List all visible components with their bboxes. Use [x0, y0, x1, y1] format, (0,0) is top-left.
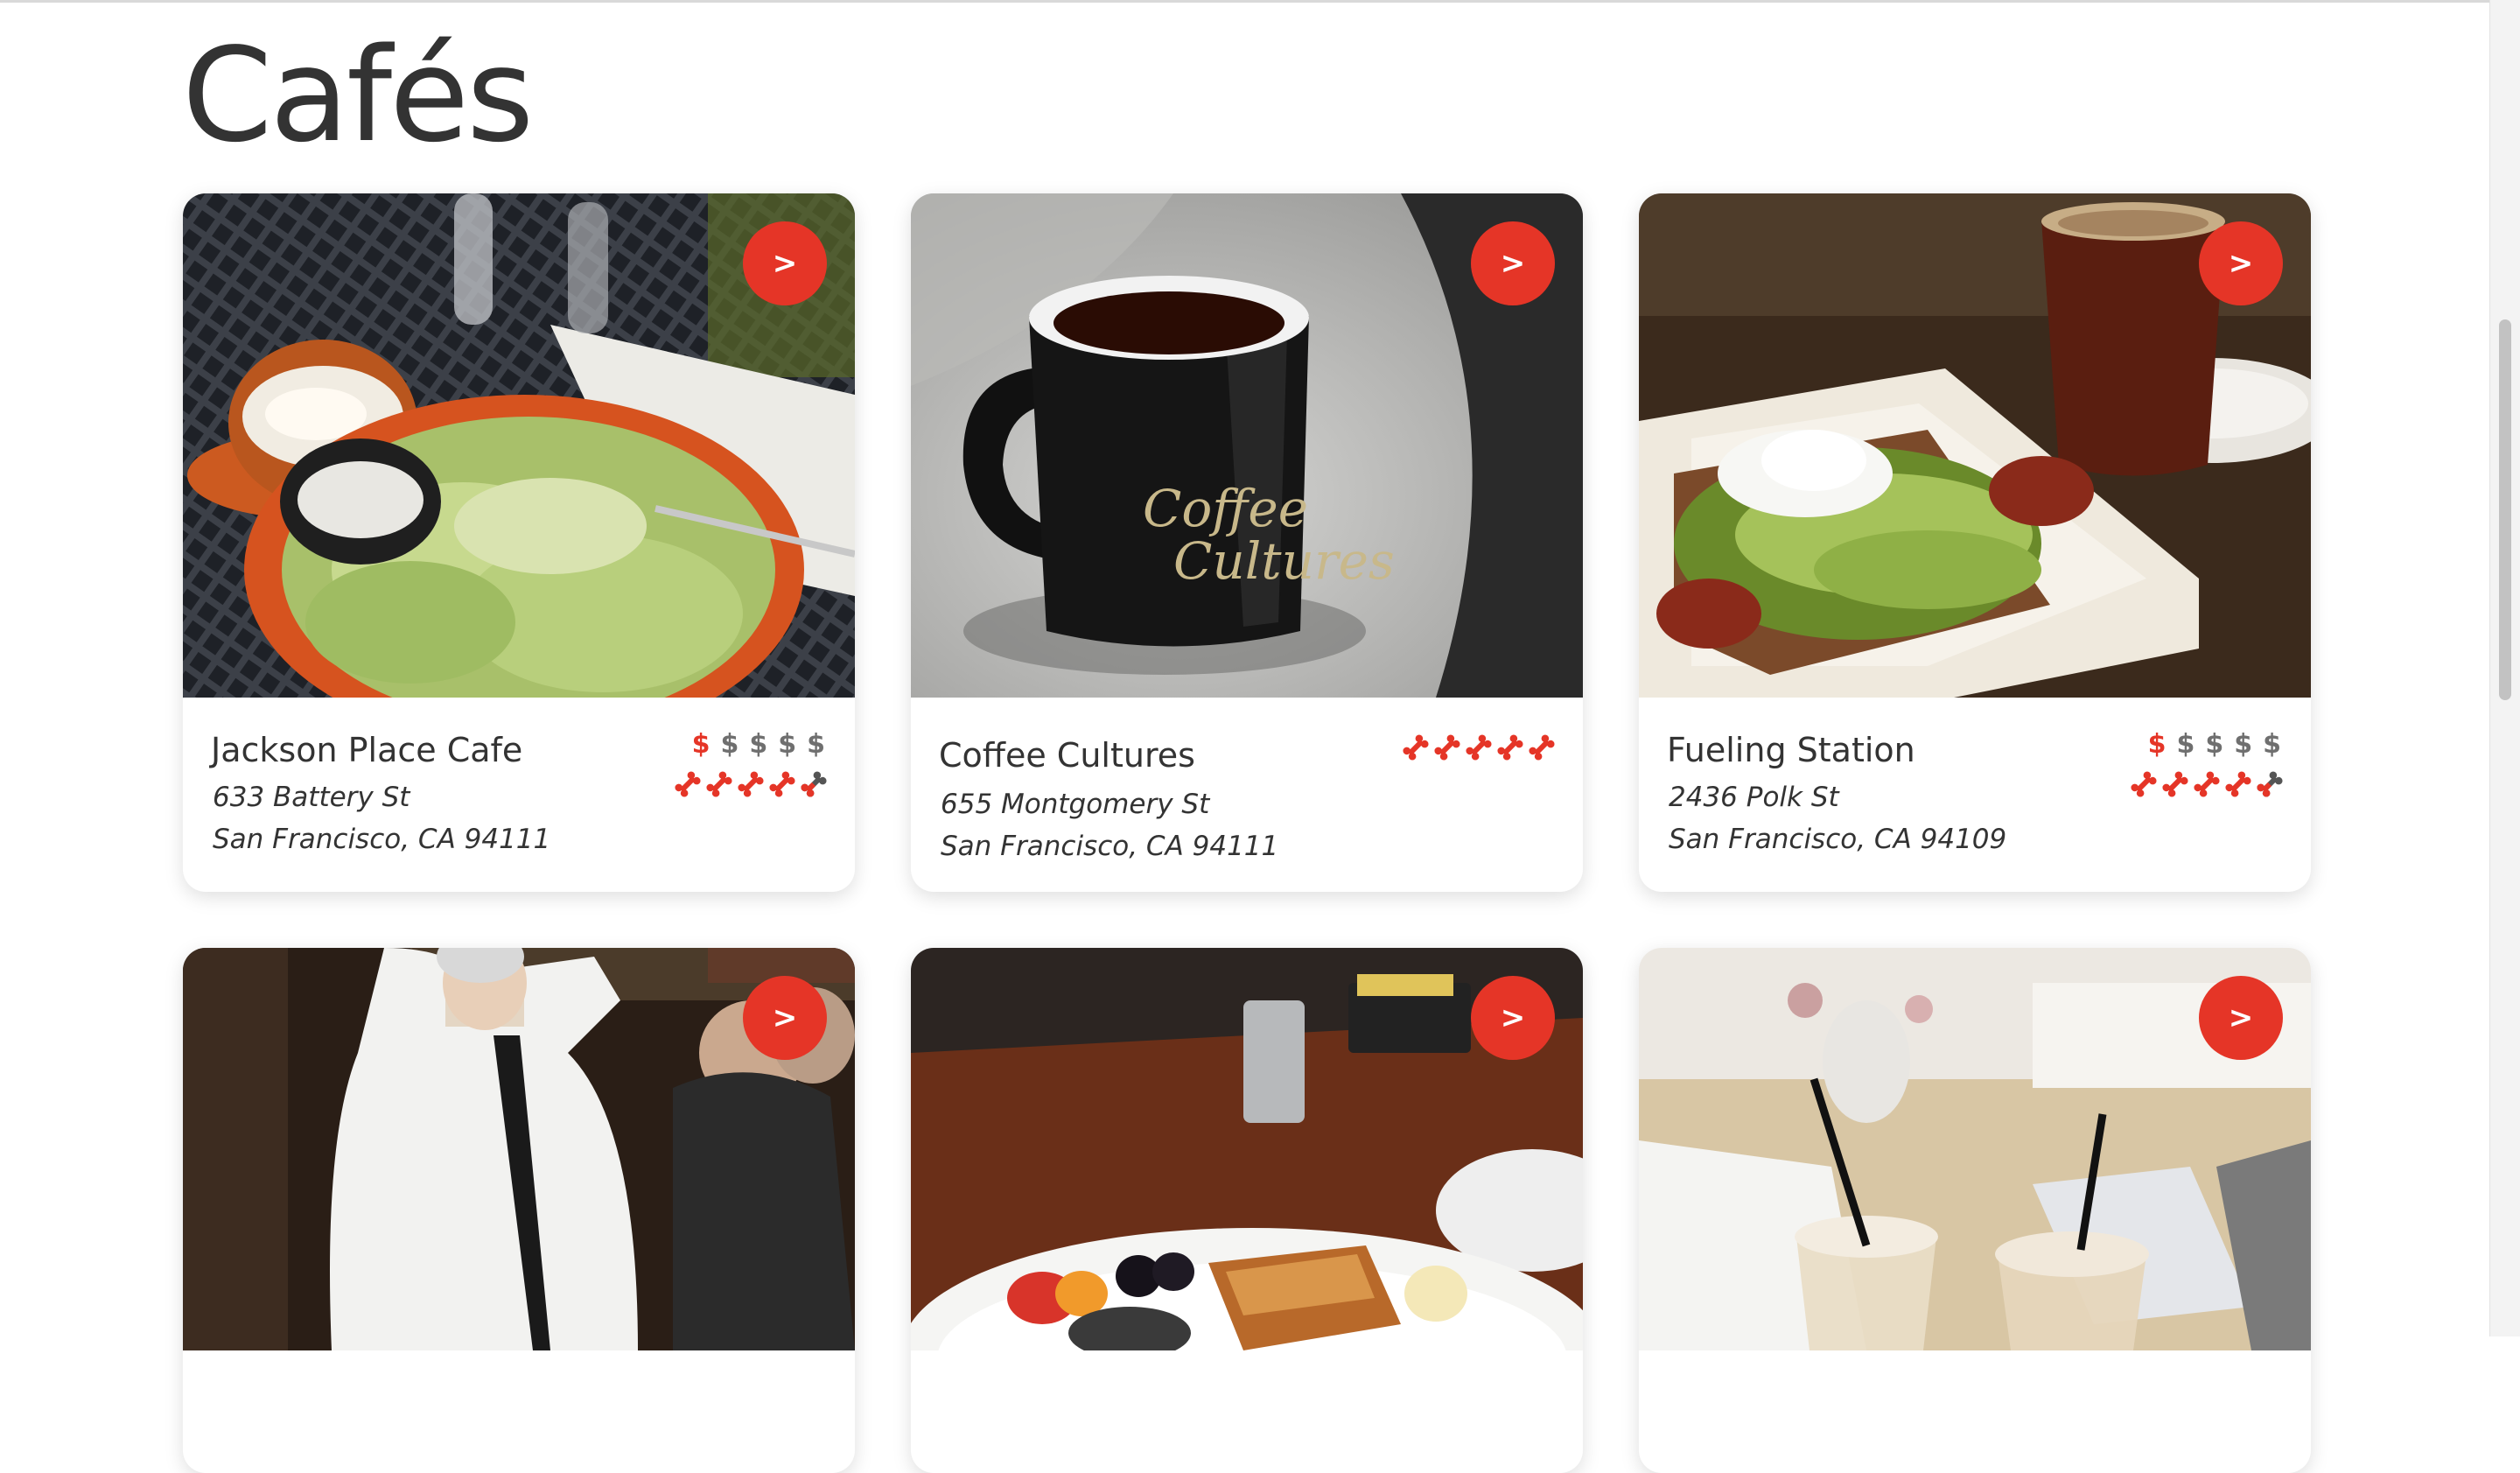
- bone-icon: [799, 769, 829, 799]
- bone-icon: [767, 769, 797, 799]
- svg-text:Cultures: Cultures: [1173, 531, 1395, 591]
- cafe-info: Fueling Station 2436 Polk St San Francis…: [1639, 698, 2311, 892]
- cafe-photo: >: [911, 948, 1583, 1350]
- price-dollar-icon: $: [2234, 729, 2253, 760]
- top-border: [0, 0, 2489, 3]
- cafe-card[interactable]: >: [911, 948, 1583, 1473]
- cafe-photo: >: [183, 193, 855, 698]
- open-cafe-button[interactable]: >: [2199, 976, 2283, 1060]
- open-cafe-button[interactable]: >: [1471, 221, 1555, 305]
- bone-rating: [673, 769, 829, 799]
- cafe-card[interactable]: >: [1639, 948, 2311, 1473]
- bone-icon: [1401, 733, 1431, 762]
- price-dollar-icon: $: [807, 729, 825, 760]
- price-dollar-icon: $: [749, 729, 768, 760]
- bone-icon: [2192, 769, 2222, 799]
- open-cafe-button[interactable]: >: [743, 976, 827, 1060]
- price-dollar-icon: $: [720, 729, 739, 760]
- cafe-card[interactable]: >: [183, 948, 855, 1473]
- cafe-card[interactable]: > Jackson Place Cafe 633 Battery St San …: [183, 193, 855, 892]
- bone-icon: [1432, 733, 1462, 762]
- bone-icon: [704, 769, 734, 799]
- cafe-name: Coffee Cultures: [939, 736, 1195, 775]
- cafe-card[interactable]: Coffee Cultures > Coffee Cultures 655 Mo…: [911, 193, 1583, 892]
- cafe-photo: >: [1639, 948, 2311, 1350]
- cafe-info: Jackson Place Cafe 633 Battery St San Fr…: [183, 698, 855, 892]
- cafe-address-line2: San Francisco, CA 94109: [1669, 824, 2007, 855]
- price-dollar-icon: $: [2205, 729, 2224, 760]
- cafe-name: Jackson Place Cafe: [211, 731, 523, 769]
- cafe-card[interactable]: > Fueling Station 2436 Polk St San Franc…: [1639, 193, 2311, 892]
- price-dollar-icon: $: [2263, 729, 2281, 760]
- open-cafe-button[interactable]: >: [2199, 221, 2283, 305]
- page-title: Cafés: [182, 20, 534, 171]
- bone-icon: [2223, 769, 2253, 799]
- bone-icon: [736, 769, 766, 799]
- price-level: $ $ $ $ $: [692, 729, 825, 760]
- bone-icon: [2129, 769, 2159, 799]
- bone-icon: [673, 769, 703, 799]
- price-level: $ $ $ $ $: [2148, 729, 2281, 760]
- bone-icon: [1464, 733, 1494, 762]
- scrollbar[interactable]: [2489, 0, 2520, 1336]
- cafe-address-line1: 655 Montgomery St: [941, 789, 1210, 820]
- cafe-address-line2: San Francisco, CA 94111: [941, 831, 1279, 862]
- price-dollar-icon: $: [2147, 729, 2166, 760]
- bone-icon: [2255, 769, 2285, 799]
- open-cafe-button[interactable]: >: [1471, 976, 1555, 1060]
- bone-rating: [2129, 769, 2285, 799]
- svg-text:Coffee: Coffee: [1143, 479, 1308, 538]
- cafe-photo: >: [183, 948, 855, 1350]
- bone-icon: [1495, 733, 1525, 762]
- price-dollar-icon: $: [2176, 729, 2195, 760]
- price-dollar-icon: $: [778, 729, 797, 760]
- bone-icon: [1527, 733, 1557, 762]
- cafe-photo: >: [1639, 193, 2311, 698]
- cafe-address-line2: San Francisco, CA 94111: [213, 824, 551, 855]
- bone-rating: [1401, 733, 1557, 762]
- cafe-photo: Coffee Cultures >: [911, 193, 1583, 698]
- cafe-info: Coffee Cultures 655 Montgomery St San Fr…: [911, 698, 1583, 892]
- open-cafe-button[interactable]: >: [743, 221, 827, 305]
- bone-icon: [2160, 769, 2190, 799]
- scrollbar-thumb[interactable]: [2499, 319, 2511, 700]
- cafe-address-line1: 2436 Polk St: [1669, 782, 1839, 813]
- price-dollar-icon: $: [691, 729, 710, 760]
- cafe-name: Fueling Station: [1667, 731, 1915, 769]
- cafe-address-line1: 633 Battery St: [213, 782, 410, 813]
